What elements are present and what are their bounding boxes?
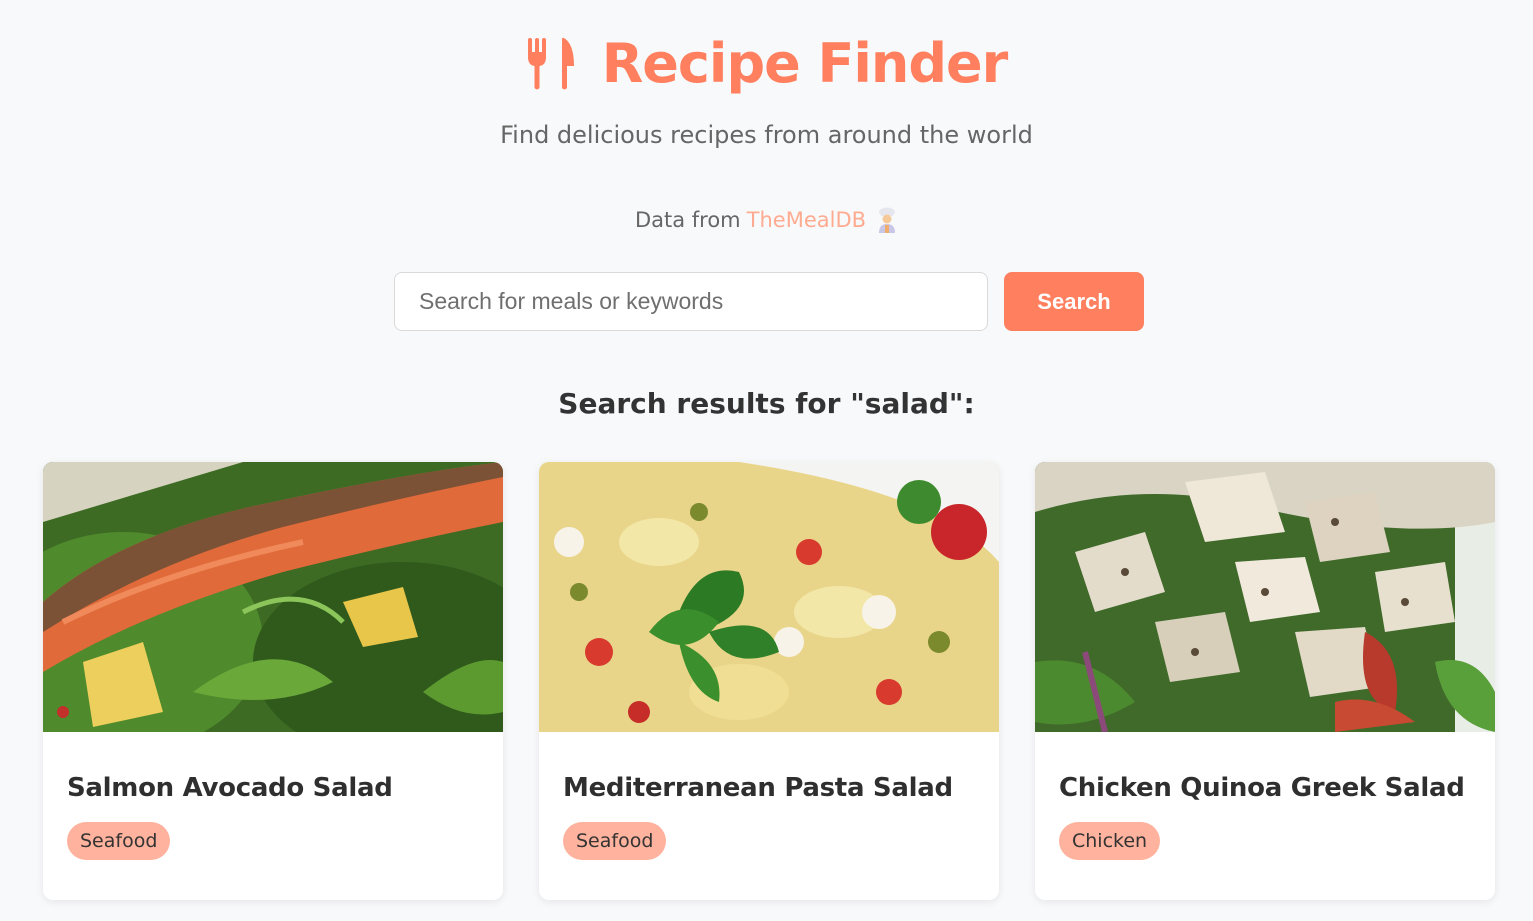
category-badge: Chicken (1059, 822, 1161, 860)
recipe-card-title: Mediterranean Pasta Salad (563, 773, 953, 803)
recipe-card[interactable]: Mediterranean Pasta Salad Seafood (539, 462, 999, 900)
chef-emoji-icon (879, 207, 896, 233)
credit-prefix: Data from (634, 208, 741, 232)
data-credit: Data from TheMealDB (0, 204, 1533, 236)
recipe-card-title: Chicken Quinoa Greek Salad (1059, 773, 1465, 803)
app-subtitle: Find delicious recipes from around the w… (500, 121, 1033, 149)
search-button[interactable]: Search (1004, 272, 1144, 331)
themealdb-link[interactable]: TheMealDB (747, 204, 866, 236)
chicken-quinoa-greek-salad-photo (1035, 462, 1495, 732)
recipe-card-title: Salmon Avocado Salad (67, 773, 393, 803)
mediterranean-pasta-salad-photo (539, 462, 999, 732)
search-input[interactable] (394, 272, 988, 331)
app-header: Recipe Finder (0, 30, 1533, 98)
recipe-finder-page: Recipe Finder Find delicious recipes fro… (0, 0, 1533, 921)
results-heading: Search results for "salad": (558, 387, 975, 420)
salmon-avocado-salad-photo (43, 462, 503, 732)
app-title: Recipe Finder (601, 32, 1009, 95)
search-bar: Search (394, 272, 1144, 331)
recipe-card[interactable]: Salmon Avocado Salad Seafood (43, 462, 503, 900)
category-badge: Seafood (563, 822, 667, 860)
fork-knife-icon (527, 37, 574, 90)
category-badge: Seafood (67, 822, 171, 860)
recipe-card[interactable]: Chicken Quinoa Greek Salad Chicken (1035, 462, 1495, 900)
